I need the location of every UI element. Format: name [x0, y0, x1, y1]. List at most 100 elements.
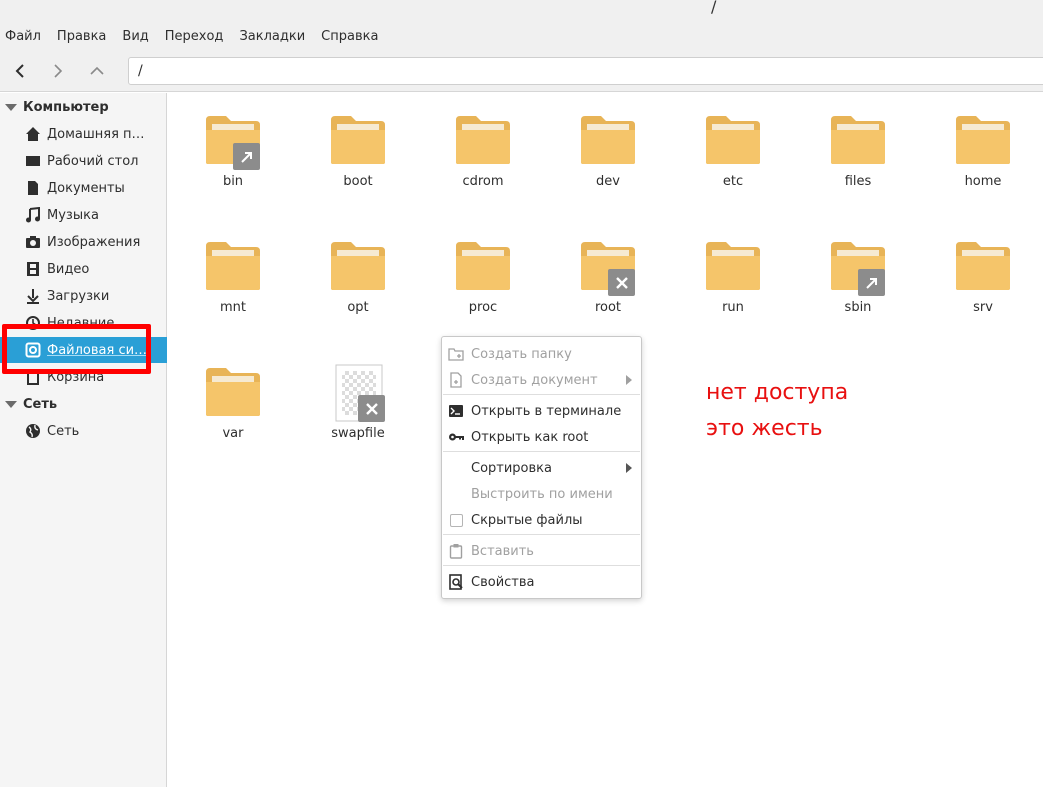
- folder-icon: [331, 242, 385, 290]
- file-name: etc: [722, 174, 744, 189]
- up-button[interactable]: [85, 59, 109, 83]
- chevron-left-icon: [15, 64, 24, 78]
- menu-item-create-document[interactable]: Создать документ: [442, 367, 641, 393]
- sidebar-item-label: Домашняя п…: [47, 126, 145, 142]
- folder-item[interactable]: var: [183, 366, 283, 466]
- file-name: bin: [222, 174, 244, 189]
- folder-item[interactable]: etc: [683, 114, 783, 214]
- chevron-right-icon: [54, 64, 63, 78]
- file-name: files: [844, 174, 872, 189]
- menu-view[interactable]: Вид: [122, 27, 148, 46]
- menu-item-arrange-by-name[interactable]: Выстроить по имени: [442, 481, 641, 507]
- menu-separator: [443, 394, 640, 395]
- folder-item[interactable]: home: [933, 114, 1033, 214]
- clock-icon: [25, 315, 41, 331]
- file-name: root: [594, 300, 622, 315]
- folder-item[interactable]: srv: [933, 240, 1033, 340]
- toolbar: /: [0, 50, 1043, 92]
- sidebar-item-recent[interactable]: Недавние: [0, 310, 167, 336]
- folder-icon: [206, 242, 260, 290]
- sidebar-section-label: Компьютер: [23, 99, 109, 115]
- film-icon: [25, 261, 41, 277]
- menu-item-label: Сортировка: [471, 460, 552, 476]
- folder-item[interactable]: proc: [433, 240, 533, 340]
- folder-icon: [831, 116, 885, 164]
- menu-go[interactable]: Переход: [165, 27, 224, 46]
- sidebar-item-downloads[interactable]: Загрузки: [0, 283, 167, 309]
- menu-edit[interactable]: Правка: [57, 27, 106, 46]
- forward-button[interactable]: [46, 59, 70, 83]
- file-item[interactable]: swapfile: [308, 364, 408, 466]
- chevron-up-icon: [90, 66, 104, 75]
- menu-item-paste[interactable]: Вставить: [442, 538, 641, 564]
- file-name: swapfile: [331, 426, 385, 441]
- sidebar-item-filesystem[interactable]: Файловая си…: [0, 337, 167, 363]
- sidebar-item-label: Рабочий стол: [47, 153, 139, 169]
- folder-item[interactable]: dev: [558, 114, 658, 214]
- sidebar-item-documents[interactable]: Документы: [0, 175, 167, 201]
- menu-item-create-folder[interactable]: Создать папку: [442, 341, 641, 367]
- sidebar-item-network[interactable]: Сеть: [0, 418, 167, 444]
- menu-item-properties[interactable]: Свойства: [442, 569, 641, 595]
- window-titlebar: /: [0, 0, 1043, 22]
- menu-bookmarks[interactable]: Закладки: [239, 27, 305, 46]
- sidebar-item-label: Видео: [47, 261, 90, 277]
- desktop-icon: [25, 153, 41, 169]
- file-name: proc: [468, 300, 498, 315]
- menu-help[interactable]: Справка: [321, 27, 378, 46]
- sidebar-item-label: Загрузки: [47, 288, 110, 304]
- file-name: var: [222, 426, 244, 441]
- menu-item-open-terminal[interactable]: Открыть в терминале: [442, 398, 641, 424]
- sidebar-item-desktop[interactable]: Рабочий стол: [0, 148, 167, 174]
- sidebar-item-pictures[interactable]: Изображения: [0, 229, 167, 255]
- sidebar: Компьютер Домашняя п… Рабочий стол Докум…: [0, 93, 167, 787]
- download-icon: [25, 288, 41, 304]
- menu-item-label: Открыть как root: [471, 429, 589, 445]
- folder-item[interactable]: root: [558, 240, 658, 340]
- sidebar-item-trash[interactable]: Корзина: [0, 364, 167, 390]
- menu-separator: [443, 565, 640, 566]
- music-icon: [25, 207, 41, 223]
- home-icon: [25, 126, 41, 142]
- file-name: mnt: [220, 300, 246, 315]
- folder-icon: [581, 116, 635, 164]
- menu-item-open-as-root[interactable]: Открыть как root: [442, 424, 641, 450]
- folder-icon: [956, 116, 1010, 164]
- menu-item-label: Скрытые файлы: [471, 512, 583, 528]
- folder-item[interactable]: bin: [183, 114, 283, 214]
- sidebar-item-label: Корзина: [47, 369, 105, 385]
- location-input[interactable]: /: [128, 57, 1043, 85]
- folder-icon: [206, 368, 260, 416]
- folder-item[interactable]: sbin: [808, 240, 908, 340]
- clipboard-icon: [448, 543, 464, 559]
- menu-file[interactable]: Файл: [5, 27, 41, 46]
- folder-item[interactable]: boot: [308, 114, 408, 214]
- file-name: srv: [973, 300, 993, 315]
- sidebar-item-music[interactable]: Музыка: [0, 202, 167, 228]
- trash-icon: [25, 369, 41, 385]
- sidebar-item-label: Файловая си…: [47, 342, 148, 358]
- folder-item[interactable]: files: [808, 114, 908, 214]
- checkbox-icon[interactable]: [448, 512, 464, 528]
- folder-item[interactable]: cdrom: [433, 114, 533, 214]
- properties-icon: [448, 574, 464, 590]
- folder-item[interactable]: opt: [308, 240, 408, 340]
- back-button[interactable]: [8, 59, 32, 83]
- sidebar-item-label: Недавние: [47, 315, 115, 331]
- new-document-icon: [448, 372, 464, 388]
- sidebar-item-home[interactable]: Домашняя п…: [0, 121, 167, 147]
- sidebar-item-videos[interactable]: Видео: [0, 256, 167, 282]
- no-access-emblem-icon: [608, 269, 635, 296]
- menu-separator: [443, 534, 640, 535]
- sidebar-section-network[interactable]: Сеть: [5, 393, 57, 415]
- submenu-arrow-icon: [626, 375, 632, 385]
- file-name: boot: [343, 174, 373, 189]
- folder-item[interactable]: mnt: [183, 240, 283, 340]
- folder-item[interactable]: run: [683, 240, 783, 340]
- camera-icon: [25, 234, 41, 250]
- menu-item-hidden-files[interactable]: Скрытые файлы: [442, 507, 641, 533]
- menu-item-label: Открыть в терминале: [471, 403, 622, 419]
- menu-item-sort[interactable]: Сортировка: [442, 455, 641, 481]
- sidebar-section-computer[interactable]: Компьютер: [5, 96, 109, 118]
- folder-icon: [706, 242, 760, 290]
